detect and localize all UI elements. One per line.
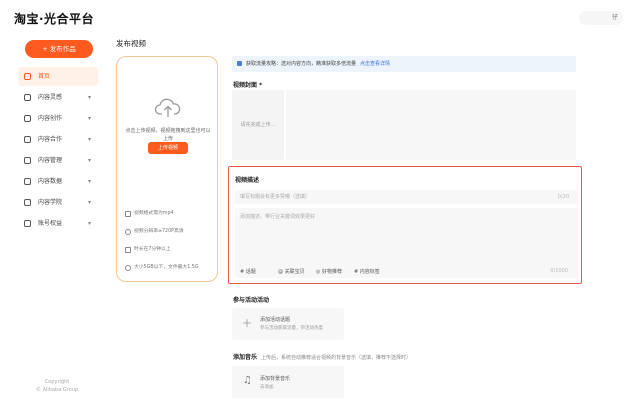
- chevron-down-icon: ▾: [87, 220, 91, 227]
- folder-icon: [24, 157, 31, 164]
- requirement-item: 时长在7分钟以上: [125, 241, 215, 259]
- chevron-down-icon: ▾: [87, 94, 91, 101]
- video-title-input[interactable]: 填写标题会有更多赞哦（选填） 0/20: [235, 190, 577, 204]
- megaphone-icon: [237, 61, 242, 66]
- traffic-tip-banner: 获取流量攻略：选对内容方向，精准获取多倍流量 点击查看详情: [232, 56, 576, 72]
- description-placeholder: 添加描述，带行业关键词效果更好: [240, 214, 316, 220]
- sidebar-item-1[interactable]: 内容灵感 ▾: [18, 88, 98, 107]
- copyright-line: Copyright: [44, 379, 70, 385]
- requirement-item: 视频格式需为mp4: [125, 205, 215, 223]
- topic-label: # 话题: [240, 269, 256, 275]
- music-label: 添加音乐: [233, 354, 258, 361]
- chart-icon: [24, 178, 31, 185]
- recommend-label: ◎ 好物推荐: [316, 269, 342, 275]
- copyright: Copyright © Alibaba Group: [36, 378, 78, 394]
- topic-button[interactable]: # 话题: [240, 268, 256, 275]
- chevron-down-icon: ▾: [87, 115, 91, 122]
- title-placeholder: 填写标题会有更多赞哦（选填）: [240, 194, 311, 200]
- cover-upload-box[interactable]: 请先完成上传...: [232, 90, 284, 160]
- video-description-textarea[interactable]: 添加描述，带行业关键词效果更好 # 话题 @ 关联宝贝 ◎ 好物推荐 # 内容标…: [235, 208, 577, 278]
- plus-icon: +: [242, 316, 253, 330]
- requirement-item: 视频分辨率≥720P高清: [125, 223, 215, 241]
- add-music-card[interactable]: ♫ 添加背景音乐 去添加: [232, 366, 344, 398]
- link-product-label: @ 关联宝贝: [278, 269, 305, 275]
- sidebar-nav: 首页内容灵感 ▾ 内容创作 ▾ 内容合作 ▾ 内容管理 ▾ 内容数据 ▾ 内容学院 ▾ 账号权益 ▾: [18, 67, 98, 235]
- title-char-count: 0/20: [557, 194, 569, 200]
- tip-details-link[interactable]: 点击查看详情: [360, 61, 390, 67]
- chevron-down-icon: ▾: [87, 136, 91, 143]
- music-header: 添加音乐 上传后，系统自动推荐适合视频的背景音乐（选填，推荐不选择时）: [233, 352, 411, 361]
- sidebar-item-label: 内容灵感: [38, 94, 63, 101]
- publish-work-button[interactable]: + 发布作品: [25, 40, 93, 58]
- requirement-item: 大小5GB以下，文件最大1.5G: [125, 259, 215, 277]
- requirement-text: 大小5GB以下，文件最大1.5G: [134, 265, 199, 270]
- home-icon: [24, 73, 31, 80]
- music-note-icon: ♫: [243, 375, 252, 386]
- activity-label: 参与活动活动: [233, 297, 270, 304]
- add-activity-card[interactable]: + 添加活动话题 参与活动获取流量，带活动热度: [232, 308, 344, 340]
- user-menu[interactable]: 仔: [579, 11, 623, 25]
- requirement-text: 视频分辨率≥720P高清: [134, 229, 184, 234]
- platform-logo[interactable]: 淘宝·光合平台: [14, 10, 94, 27]
- requirement-text: 时长在7分钟以上: [134, 247, 171, 252]
- top-bar: 淘宝·光合平台 仔: [0, 0, 635, 36]
- sidebar-item-0[interactable]: 首页: [18, 67, 98, 86]
- resolution-icon: [125, 229, 131, 235]
- cover-preview-area: [286, 90, 576, 160]
- sidebar-item-label: 内容数据: [38, 178, 63, 185]
- sidebar-item-2[interactable]: 内容创作 ▾: [18, 109, 98, 128]
- book-icon: [24, 199, 31, 206]
- sidebar: + 发布作品 首页 内容灵感 ▾ 内容创作 ▾ 内容合作 ▾ 内容管理 ▾ 内容数据 ▾ 内容学院 ▾ 账…: [0, 36, 110, 408]
- copyright-line: © Alibaba Group: [36, 387, 79, 393]
- music-title: 添加背景音乐: [260, 376, 291, 382]
- chevron-down-icon: ▾: [87, 199, 91, 206]
- activity-subtitle: 参与活动获取流量，带活动热度: [260, 326, 323, 331]
- music-hint: 上传后，系统自动推荐适合视频的背景音乐（选填，推荐不选择时）: [261, 355, 412, 361]
- file-icon: [125, 211, 131, 217]
- account-icon: [24, 220, 31, 227]
- sidebar-item-6[interactable]: 内容学院 ▾: [18, 193, 98, 212]
- description-label: 视频描述: [235, 177, 260, 184]
- sidebar-item-4[interactable]: 内容管理 ▾: [18, 151, 98, 170]
- sidebar-item-5[interactable]: 内容数据 ▾: [18, 172, 98, 191]
- sidebar-item-7[interactable]: 账号权益 ▾: [18, 214, 98, 233]
- sidebar-item-label: 内容学院: [38, 199, 63, 206]
- upload-video-button[interactable]: 上传视频: [148, 142, 188, 154]
- sidebar-item-label: 内容管理: [38, 157, 63, 164]
- page-title: 发布视频: [116, 39, 146, 48]
- sidebar-item-3[interactable]: 内容合作 ▾: [18, 130, 98, 149]
- chevron-down-icon: ▾: [87, 157, 91, 164]
- content-tag-label: # 内容标签: [354, 269, 380, 275]
- cloud-upload-icon: [155, 98, 181, 117]
- size-icon: [125, 265, 131, 271]
- video-description-section: 视频描述 填写标题会有更多赞哦（选填） 0/20 添加描述，带行业关键词效果更好…: [228, 166, 582, 284]
- recommend-button[interactable]: ◎ 好物推荐: [316, 268, 342, 275]
- upload-requirements: 视频格式需为mp4 视频分辨率≥720P高清 时长在7分钟以上 大小5GB以下，…: [125, 205, 215, 277]
- content-tag-button[interactable]: # 内容标签: [354, 268, 380, 275]
- music-subtitle: 去添加: [260, 385, 274, 390]
- upload-hint: 点击上传视频，视频拖拽到这里也可以上传: [125, 128, 211, 142]
- handshake-icon: [24, 136, 31, 143]
- chevron-down-icon: ▾: [87, 178, 91, 185]
- video-upload-area[interactable]: 点击上传视频，视频拖拽到这里也可以上传 上传视频 视频格式需为mp4 视频分辨率…: [116, 56, 218, 282]
- cover-label: 视频封面 *: [233, 82, 263, 89]
- bulb-icon: [24, 94, 31, 101]
- description-char-count: 0/1000: [550, 268, 568, 274]
- description-toolbar: # 话题 @ 关联宝贝 ◎ 好物推荐 # 内容标签 0/1000: [240, 268, 572, 276]
- sidebar-item-label: 内容创作: [38, 115, 63, 122]
- edit-icon: [24, 115, 31, 122]
- tip-text: 获取流量攻略：选对内容方向，精准获取多倍流量: [246, 61, 357, 67]
- activity-title: 添加活动话题: [260, 317, 291, 323]
- duration-icon: [125, 247, 131, 253]
- sidebar-item-label: 内容合作: [38, 136, 63, 143]
- sidebar-item-label: 账号权益: [38, 220, 63, 227]
- sidebar-item-label: 首页: [38, 73, 51, 80]
- link-product-button[interactable]: @ 关联宝贝: [278, 268, 305, 275]
- requirement-text: 视频格式需为mp4: [134, 211, 174, 216]
